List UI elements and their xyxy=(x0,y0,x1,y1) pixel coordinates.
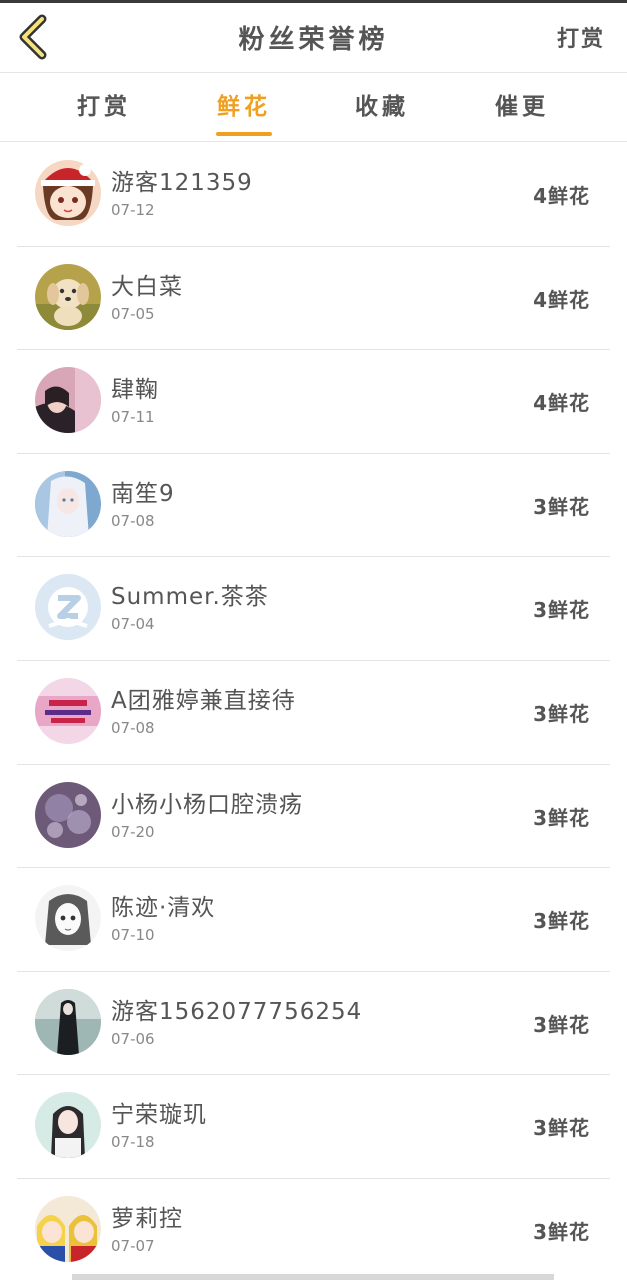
user-name: 游客1562077756254 xyxy=(111,998,363,1025)
avatar xyxy=(35,263,101,330)
flower-count: 4鲜花 xyxy=(533,287,590,312)
active-tab-indicator xyxy=(216,132,272,136)
flower-count: 3鲜花 xyxy=(533,805,590,830)
gift-date: 07-07 xyxy=(111,1236,155,1255)
gift-date: 07-08 xyxy=(111,511,155,530)
avatar xyxy=(35,470,101,537)
user-name: 萝莉控 xyxy=(111,1205,183,1232)
flower-count: 3鲜花 xyxy=(533,701,590,726)
avatar xyxy=(35,988,101,1055)
avatar xyxy=(35,885,101,952)
user-name: 肆鞠 xyxy=(111,377,159,404)
flower-count: 3鲜花 xyxy=(533,1116,590,1141)
avatar xyxy=(35,1195,101,1262)
list-item[interactable]: 萝莉控 07-07 3鲜花 xyxy=(17,1179,610,1280)
flower-count: 3鲜花 xyxy=(533,1012,590,1037)
avatar xyxy=(35,367,101,434)
tab-urge-update[interactable]: 催更 xyxy=(462,74,582,142)
avatar xyxy=(35,677,101,744)
avatar xyxy=(35,160,101,226)
user-name: 南笙9 xyxy=(111,480,175,507)
user-name: 游客121359 xyxy=(111,170,253,196)
list-item[interactable]: Summer.茶茶 07-04 3鲜花 xyxy=(17,557,610,661)
flower-count: 4鲜花 xyxy=(533,391,590,416)
user-name: A团雅婷兼直接待 xyxy=(111,687,296,714)
user-name: 小杨小杨口腔溃疡 xyxy=(111,791,303,818)
list-item[interactable]: A团雅婷兼直接待 07-08 3鲜花 xyxy=(17,661,610,765)
gift-date: 07-12 xyxy=(111,201,155,219)
flower-count: 3鲜花 xyxy=(533,598,590,623)
list-item[interactable]: 陈迹·清欢 07-10 3鲜花 xyxy=(17,868,610,972)
scroll-indicator xyxy=(72,1274,554,1280)
gift-date: 07-18 xyxy=(111,1133,155,1152)
user-name: Summer.茶茶 xyxy=(111,584,269,611)
list-item[interactable]: 肆鞠 07-11 4鲜花 xyxy=(17,350,610,454)
list-item[interactable]: 游客1562077756254 07-06 3鲜花 xyxy=(17,972,610,1076)
flower-count: 3鲜花 xyxy=(533,494,590,519)
page-title: 粉丝荣誉榜 xyxy=(238,25,389,55)
gift-date: 07-05 xyxy=(111,304,155,323)
gift-date: 07-06 xyxy=(111,1029,155,1048)
list-item[interactable]: 宁荣璇玑 07-18 3鲜花 xyxy=(17,1075,610,1179)
tab-reward[interactable]: 打赏 xyxy=(44,74,164,142)
list-item[interactable]: 小杨小杨口腔溃疡 07-20 3鲜花 xyxy=(17,765,610,869)
gift-date: 07-10 xyxy=(111,926,155,945)
gift-date: 07-08 xyxy=(111,718,155,737)
avatar xyxy=(35,781,101,848)
flower-count: 4鲜花 xyxy=(533,184,590,208)
fan-ranking-list: 游客121359 07-12 4鲜花 大白菜 07-05 4鲜花 肆鞠 07-1… xyxy=(0,143,627,1280)
list-item[interactable]: 游客121359 07-12 4鲜花 xyxy=(17,143,610,247)
flower-count: 3鲜花 xyxy=(533,909,590,934)
gift-date: 07-04 xyxy=(111,615,155,634)
list-item[interactable]: 南笙9 07-08 3鲜花 xyxy=(17,454,610,558)
top-bar: 粉丝荣誉榜 打赏 xyxy=(0,3,627,73)
tab-favorites[interactable]: 收藏 xyxy=(322,74,442,142)
gift-date: 07-11 xyxy=(111,408,155,427)
list-item[interactable]: 大白菜 07-05 4鲜花 xyxy=(17,247,610,351)
avatar xyxy=(35,1092,101,1159)
avatar xyxy=(35,574,101,641)
gift-date: 07-20 xyxy=(111,822,155,841)
user-name: 陈迹·清欢 xyxy=(111,895,216,922)
tab-bar: 打赏 鲜花 收藏 催更 xyxy=(0,74,627,142)
flower-count: 3鲜花 xyxy=(533,1219,590,1244)
user-name: 宁荣璇玑 xyxy=(111,1102,207,1129)
reward-button[interactable]: 打赏 xyxy=(557,21,605,53)
user-name: 大白菜 xyxy=(111,273,183,300)
